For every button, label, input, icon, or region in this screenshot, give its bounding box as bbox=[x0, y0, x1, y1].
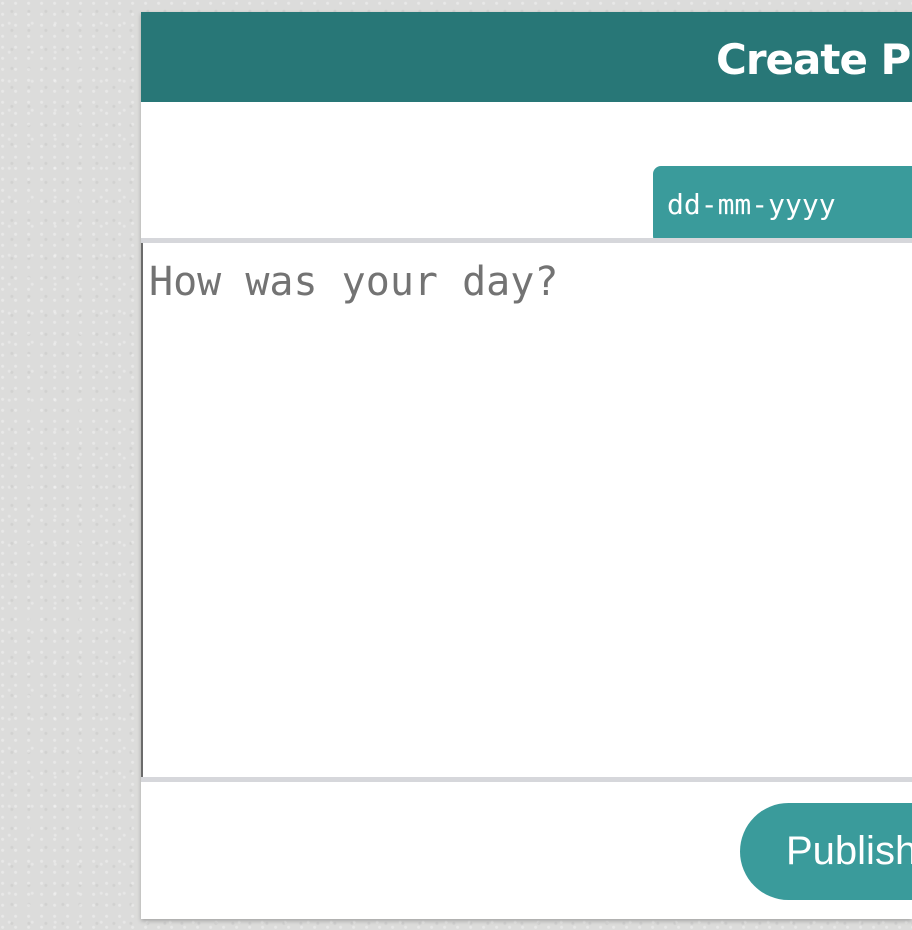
entry-textarea[interactable] bbox=[141, 243, 912, 777]
card-header: Create P bbox=[141, 12, 912, 102]
publish-button[interactable]: Publish bbox=[740, 803, 912, 900]
footer-row: Publish bbox=[141, 782, 912, 919]
date-input[interactable]: dd-mm-yyyy bbox=[653, 166, 912, 244]
page-title: Create P bbox=[716, 35, 911, 84]
date-row: dd-mm-yyyy bbox=[141, 102, 912, 244]
create-post-card: Create P dd-mm-yyyy Publish bbox=[141, 12, 912, 919]
